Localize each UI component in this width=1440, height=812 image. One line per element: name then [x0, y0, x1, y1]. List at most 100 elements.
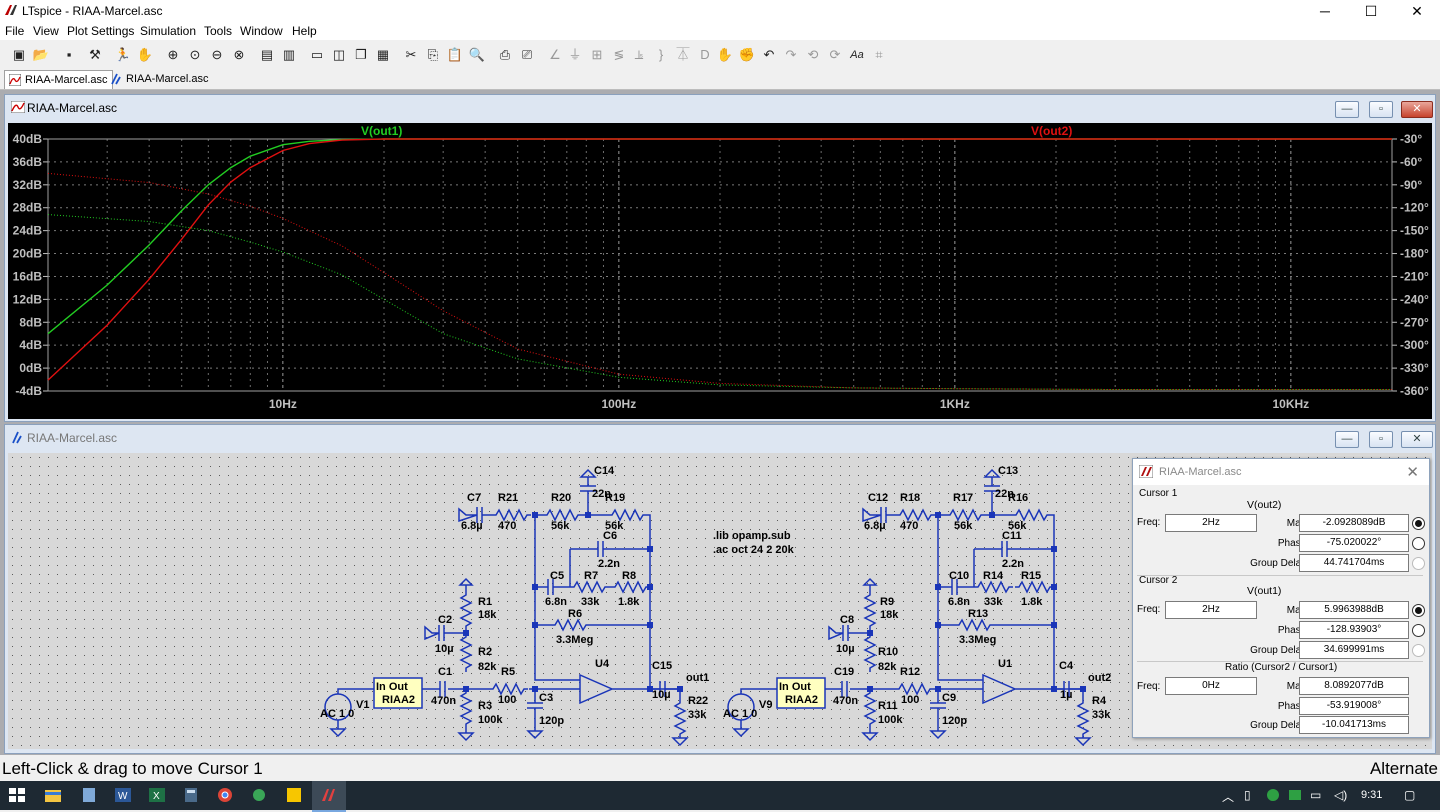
cursor2-group-delay-field[interactable]: 34.699991ms: [1299, 641, 1409, 659]
run-icon[interactable]: 🏃: [114, 46, 132, 64]
maximize-button[interactable]: ☐: [1348, 0, 1394, 22]
notepad-icon[interactable]: [80, 787, 98, 803]
save-icon[interactable]: ▪: [60, 46, 78, 64]
plot-window-titlebar[interactable]: RIAA-Marcel.asc — ▫ ✕: [5, 95, 1435, 119]
component-icon[interactable]: D: [696, 46, 714, 64]
ratio-phase-field[interactable]: -53.919008°: [1299, 697, 1409, 715]
schematic-minimize-button[interactable]: —: [1335, 431, 1359, 448]
mirror-icon[interactable]: ⟳: [826, 46, 844, 64]
copy-icon[interactable]: ⎘: [424, 46, 442, 64]
cascade-icon[interactable]: ❐: [352, 46, 370, 64]
cursor2-phase-field[interactable]: -128.93903°: [1299, 621, 1409, 639]
menu-help[interactable]: Help: [292, 24, 317, 38]
undo-icon[interactable]: ↶: [760, 46, 778, 64]
cursor2-group-delay-radio[interactable]: [1412, 644, 1425, 657]
schematic-window-titlebar[interactable]: RIAA-Marcel.asc — ▫ ✕: [5, 425, 1435, 449]
ratio-mag-field[interactable]: 8.0892077dB: [1299, 677, 1409, 695]
plot-minimize-button[interactable]: —: [1335, 101, 1359, 118]
network-app-icon[interactable]: [1286, 787, 1304, 803]
autorange-icon[interactable]: ▤: [258, 46, 276, 64]
excel-icon[interactable]: X: [148, 787, 166, 803]
cursor-dialog-titlebar[interactable]: RIAA-Marcel.asc ✕: [1133, 459, 1429, 485]
rotate-icon[interactable]: ⟲: [804, 46, 822, 64]
open-folder-icon[interactable]: 📂: [32, 46, 50, 64]
ground-icon[interactable]: ⏚: [566, 46, 584, 64]
find-icon[interactable]: 🔍: [468, 46, 486, 64]
menu-file[interactable]: File: [5, 24, 24, 38]
diode-icon[interactable]: ⏄: [674, 46, 692, 64]
volume-icon[interactable]: ◁): [1334, 788, 1347, 802]
schematic-close-button[interactable]: ✕: [1401, 431, 1433, 448]
ratio-freq-field[interactable]: 0Hz: [1165, 677, 1257, 695]
calculator-icon[interactable]: [182, 787, 200, 803]
cursor1-phase-radio[interactable]: [1412, 537, 1425, 550]
schematic-maximize-button[interactable]: ▫: [1369, 431, 1393, 448]
new-schematic-icon[interactable]: ▣: [10, 46, 28, 64]
print-preview-icon[interactable]: ⎚: [518, 46, 536, 64]
control-panel-icon[interactable]: ⚒: [86, 46, 104, 64]
network-icon[interactable]: ▭: [1310, 788, 1321, 802]
close-all-icon[interactable]: ▦: [374, 46, 392, 64]
pan-hand-icon[interactable]: ✋: [136, 46, 154, 64]
capacitor-icon[interactable]: ⫡: [630, 46, 648, 64]
cursor2-mag-field[interactable]: 5.9963988dB: [1299, 601, 1409, 619]
windows-start-icon[interactable]: [8, 787, 26, 803]
cursor1-group-delay-radio[interactable]: [1412, 557, 1425, 570]
zoom-in-icon[interactable]: ⊕: [164, 46, 182, 64]
ratio-group-delay-field[interactable]: -10.041713ms: [1299, 716, 1409, 734]
bode-plot[interactable]: 40dB 36dB 32dB 28dB 24dB 20dB 16dB 12dB 8dB 4dB 0d…: [8, 123, 1432, 419]
zoom-pan-icon[interactable]: ⊙: [186, 46, 204, 64]
spice-directive-ac[interactable]: .ac oct 24 2 20k: [713, 544, 795, 556]
menu-window[interactable]: Window: [240, 24, 283, 38]
file-explorer-icon[interactable]: [44, 787, 62, 803]
redo-icon[interactable]: ↷: [782, 46, 800, 64]
plot-maximize-button[interactable]: ▫: [1369, 101, 1393, 118]
inductor-icon[interactable]: }: [652, 46, 670, 64]
tile-vertical-icon[interactable]: ◫: [330, 46, 348, 64]
word-icon[interactable]: W: [114, 787, 132, 803]
cut-icon[interactable]: ✂: [402, 46, 420, 64]
spice-directive-icon[interactable]: ⌗: [870, 46, 888, 64]
cursor1-freq-field[interactable]: 2Hz: [1165, 514, 1257, 532]
sticky-notes-icon[interactable]: [285, 787, 303, 803]
text-icon[interactable]: Aa: [848, 46, 866, 64]
tile-horizontal-icon[interactable]: ▭: [308, 46, 326, 64]
menu-plot-settings[interactable]: Plot Settings: [67, 24, 134, 38]
chrome-icon[interactable]: [216, 787, 234, 803]
paste-icon[interactable]: 📋: [446, 46, 464, 64]
cursor2-mag-radio[interactable]: [1412, 604, 1425, 617]
close-icon[interactable]: ✕: [1406, 463, 1419, 481]
move-hand-icon[interactable]: ✋: [716, 46, 734, 64]
minimize-button[interactable]: ─: [1302, 0, 1348, 22]
plot-close-button[interactable]: ✕: [1401, 101, 1433, 118]
cursor2-freq-field[interactable]: 2Hz: [1165, 601, 1257, 619]
zoom-fit-icon[interactable]: ⊗: [230, 46, 248, 64]
app-icon[interactable]: [250, 787, 268, 803]
cursor2-phase-radio[interactable]: [1412, 624, 1425, 637]
add-trace-icon[interactable]: ▥: [280, 46, 298, 64]
zoom-out-icon[interactable]: ⊖: [208, 46, 226, 64]
cursor1-mag-field[interactable]: -2.0928089dB: [1299, 514, 1409, 532]
menu-simulation[interactable]: Simulation: [140, 24, 196, 38]
spice-directive-lib[interactable]: .lib opamp.sub: [713, 530, 791, 542]
security-icon[interactable]: [1264, 787, 1282, 803]
close-button[interactable]: ✕: [1394, 0, 1440, 22]
wire-icon[interactable]: ∠: [546, 46, 564, 64]
tab-plot[interactable]: RIAA-Marcel.asc: [4, 70, 113, 89]
cursor1-phase-field[interactable]: -75.020022°: [1299, 534, 1409, 552]
notification-icon[interactable]: ▢: [1404, 788, 1415, 802]
cursor1-group-delay-field[interactable]: 44.741704ms: [1299, 554, 1409, 572]
menu-view[interactable]: View: [33, 24, 59, 38]
clock[interactable]: 9:31: [1361, 789, 1382, 801]
ltspice-taskbar-button[interactable]: [312, 781, 346, 812]
print-icon[interactable]: ⎙: [496, 46, 514, 64]
menu-tools[interactable]: Tools: [204, 24, 232, 38]
cursor1-mag-radio[interactable]: [1412, 517, 1425, 530]
plot-pane[interactable]: 40dB 36dB 32dB 28dB 24dB 20dB 16dB 12dB 8dB 4dB 0d…: [8, 123, 1432, 419]
battery-icon[interactable]: ▯: [1244, 788, 1251, 802]
label-net-icon[interactable]: ⊞: [588, 46, 606, 64]
drag-icon[interactable]: ✊: [738, 46, 756, 64]
resistor-icon[interactable]: ≶: [610, 46, 628, 64]
chevron-up-icon[interactable]: ︿: [1222, 788, 1234, 805]
tab-schematic[interactable]: RIAA-Marcel.asc: [106, 70, 213, 88]
